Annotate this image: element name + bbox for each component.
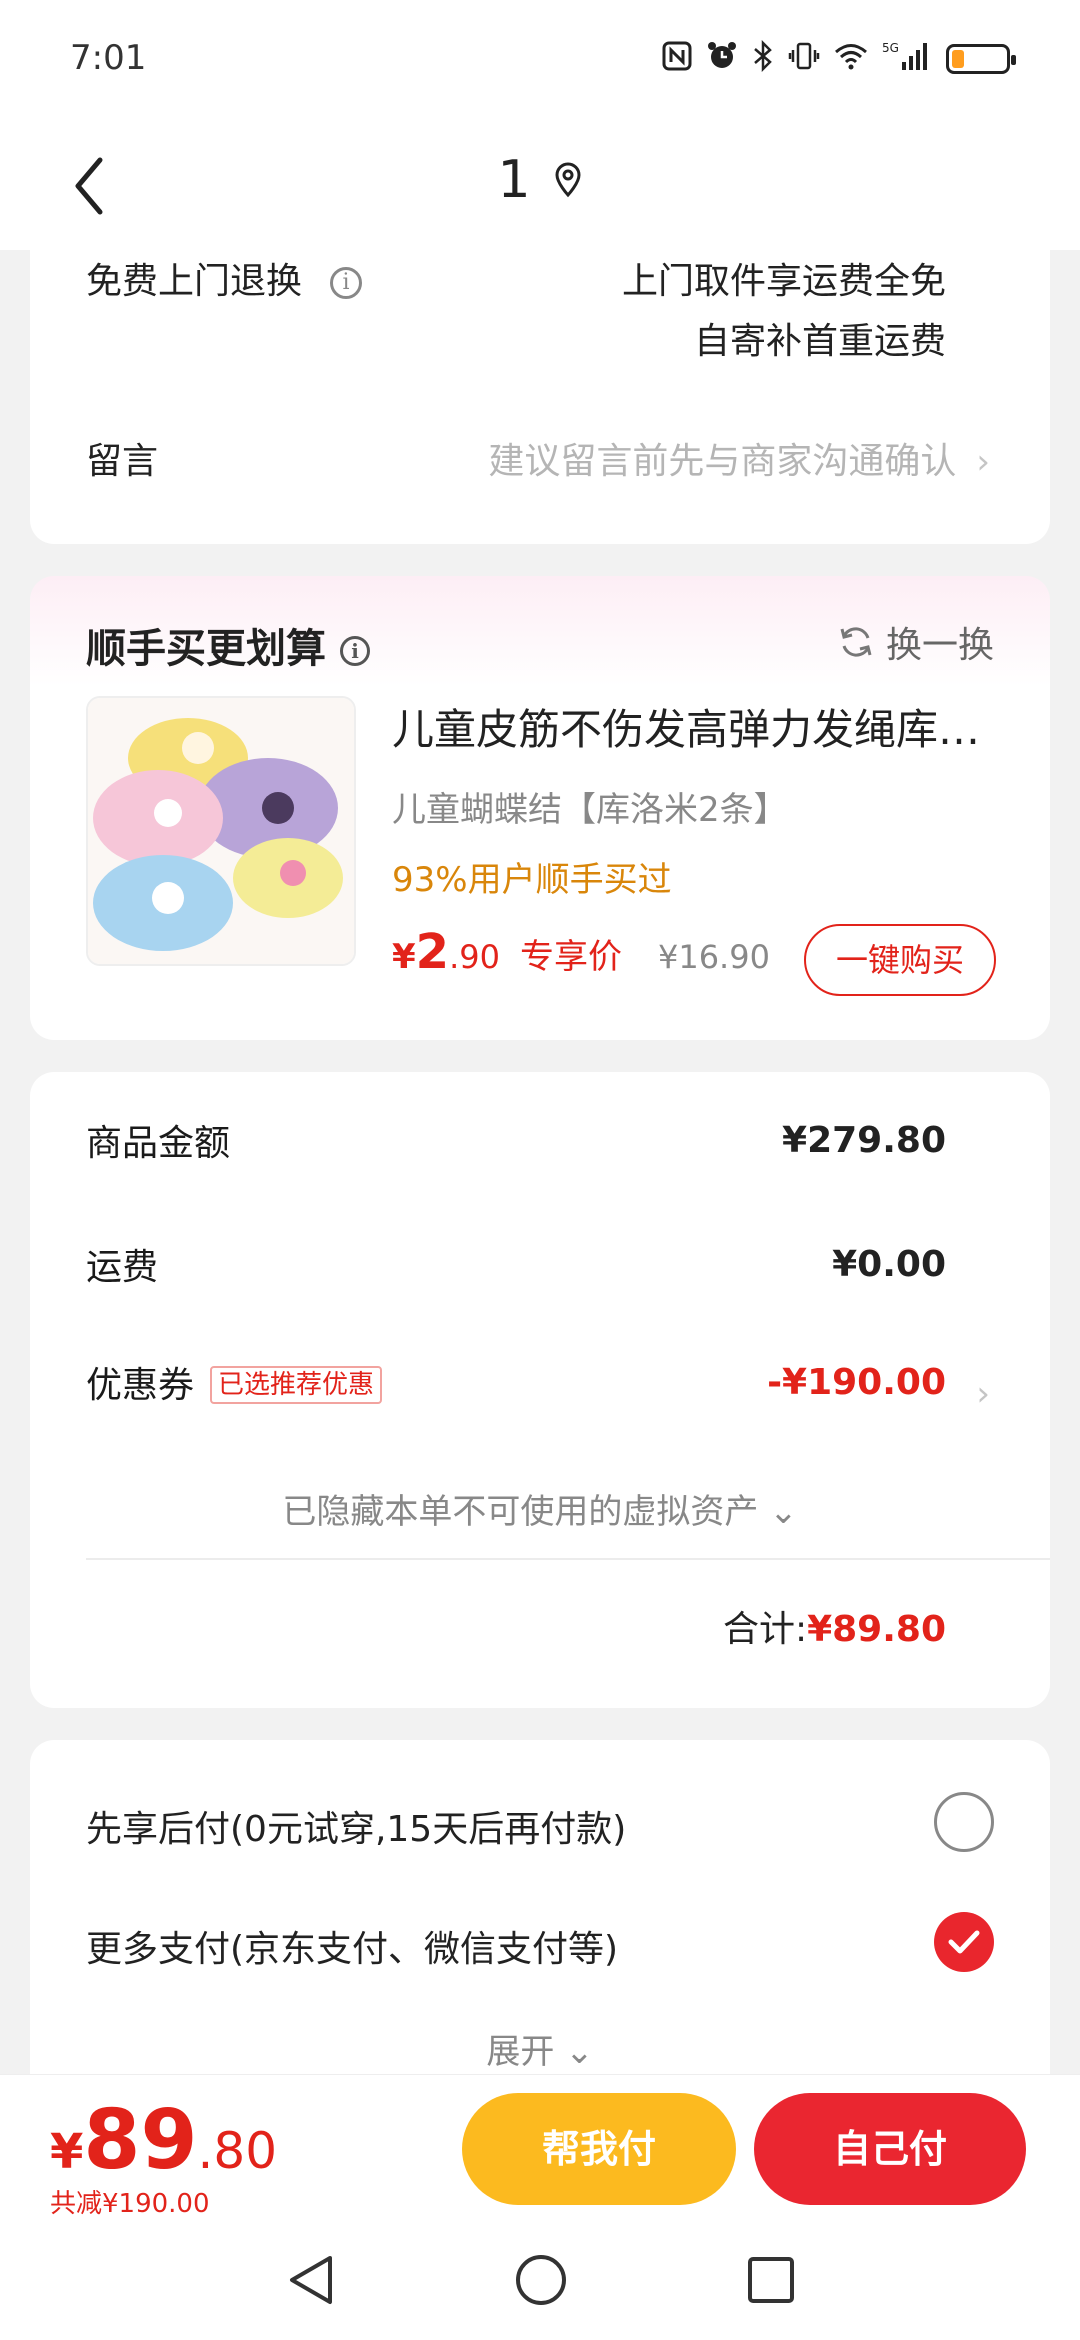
price-tag: 专享价 bbox=[519, 937, 622, 977]
total-row: 合计:¥89.80 bbox=[723, 1600, 946, 1652]
original-price: ¥16.90 bbox=[657, 938, 770, 976]
nfc-icon bbox=[662, 41, 692, 77]
expand-button[interactable]: 展开 ⌄ bbox=[30, 2024, 1050, 2073]
wifi-icon bbox=[834, 42, 868, 76]
goods-amount-row: 商品金额 ¥279.80 bbox=[86, 1110, 946, 1170]
shipping-label: 运费 bbox=[86, 1247, 159, 1288]
product-price: ¥ 2 .90 专享价 ¥16.90 bbox=[392, 924, 770, 980]
message-input[interactable]: 建议留言前先与商家沟通确认 › bbox=[488, 432, 990, 484]
help-me-pay-button[interactable]: 帮我付 bbox=[462, 2093, 736, 2205]
price-currency: ¥ bbox=[392, 937, 416, 977]
return-row: 免费上门退换 i bbox=[86, 252, 363, 304]
shipping-row: 运费 ¥0.00 bbox=[86, 1234, 946, 1294]
info-icon[interactable]: i bbox=[330, 267, 363, 299]
bluetooth-icon bbox=[752, 39, 774, 78]
nav-recents-icon[interactable] bbox=[746, 2252, 796, 2308]
coupon-value: -¥190.00 bbox=[767, 1361, 946, 1403]
pay-more-radio[interactable] bbox=[934, 1912, 994, 1972]
check-icon bbox=[948, 1930, 980, 1954]
price-integer: 2 bbox=[415, 924, 450, 980]
nav-title: 1 bbox=[0, 150, 1080, 210]
signal-5g-icon: 5G bbox=[882, 40, 932, 78]
coupon-row[interactable]: 优惠券 已选推荐优惠 -¥190.00 bbox=[86, 1352, 946, 1412]
chevron-right-icon[interactable]: › bbox=[976, 1374, 990, 1414]
addon-title-row: 顺手买更划算 i bbox=[86, 616, 370, 674]
total-label: 合计: bbox=[722, 1609, 808, 1650]
checkout-price-integer: 89 bbox=[83, 2093, 198, 2188]
chevron-down-icon: ⌄ bbox=[758, 1492, 798, 1532]
checkout-price-decimal: .80 bbox=[197, 2122, 278, 2180]
pay-option-later[interactable]: 先享后付(0元试穿,15天后再付款) bbox=[86, 1800, 626, 1852]
battery-icon bbox=[946, 44, 1016, 74]
system-nav-bar bbox=[0, 2224, 1080, 2340]
shipping-value: ¥0.00 bbox=[832, 1243, 946, 1285]
coupon-badge: 已选推荐优惠 bbox=[210, 1366, 383, 1404]
chevron-right-icon: › bbox=[976, 442, 990, 482]
product-image[interactable] bbox=[86, 696, 356, 966]
return-detail: 上门取件享运费全免 自寄补首重运费 bbox=[622, 252, 946, 372]
chevron-down-icon: ⌄ bbox=[554, 2032, 594, 2072]
checkout-currency: ¥ bbox=[50, 2124, 84, 2180]
coupon-label-group: 优惠券 已选推荐优惠 bbox=[86, 1356, 383, 1408]
checkout-bar: ¥ 89 .80 共减¥190.00 帮我付 自己付 bbox=[0, 2074, 1080, 2224]
return-detail-line1: 上门取件享运费全免 bbox=[621, 261, 946, 302]
addon-card: 顺手买更划算 i 换一换 儿童皮筋不伤发高弹力发绳库… 儿童蝴蝶结【库洛米2条】 … bbox=[30, 576, 1050, 1040]
nav-back-icon[interactable] bbox=[286, 2252, 336, 2308]
pay-later-radio[interactable] bbox=[934, 1792, 994, 1852]
checkout-saved: 共减¥190.00 bbox=[50, 2189, 210, 2219]
pay-option-more[interactable]: 更多支付(京东支付、微信支付等) bbox=[86, 1920, 618, 1972]
product-variant: 儿童蝴蝶结【库洛米2条】 bbox=[392, 790, 788, 830]
hidden-assets-toggle[interactable]: 已隐藏本单不可使用的虚拟资产 ⌄ bbox=[30, 1484, 1050, 1533]
info-icon[interactable]: i bbox=[340, 636, 370, 666]
divider bbox=[86, 1558, 1050, 1560]
swap-label: 换一换 bbox=[885, 625, 994, 666]
return-detail-line2: 自寄补首重运费 bbox=[693, 321, 946, 362]
swap-button[interactable]: 换一换 bbox=[838, 616, 994, 668]
one-click-buy-button[interactable]: 一键购买 bbox=[804, 924, 996, 996]
product-social-proof: 93%用户顺手买过 bbox=[392, 860, 672, 900]
status-time: 7:01 bbox=[70, 38, 147, 78]
payment-card: 先享后付(0元试穿,15天后再付款) 更多支付(京东支付、微信支付等) 展开 ⌄ bbox=[30, 1740, 1050, 2100]
coupon-label: 优惠券 bbox=[86, 1365, 195, 1406]
hidden-assets-text: 已隐藏本单不可使用的虚拟资产 bbox=[282, 1492, 759, 1532]
location-pin-icon[interactable] bbox=[553, 162, 583, 198]
nav-title-text: 1 bbox=[497, 150, 531, 210]
pay-myself-button[interactable]: 自己付 bbox=[754, 2093, 1026, 2205]
goods-value: ¥279.80 bbox=[782, 1119, 946, 1161]
refresh-icon bbox=[840, 627, 872, 657]
addon-title: 顺手买更划算 bbox=[86, 626, 326, 672]
nav-home-icon[interactable] bbox=[514, 2252, 568, 2308]
message-placeholder: 建议留言前先与商家沟通确认 bbox=[488, 441, 957, 482]
product-title[interactable]: 儿童皮筋不伤发高弹力发绳库… bbox=[392, 696, 992, 757]
battery-level bbox=[952, 50, 964, 68]
svg-text:5G: 5G bbox=[882, 41, 899, 55]
goods-label: 商品金额 bbox=[86, 1123, 231, 1164]
summary-card: 商品金额 ¥279.80 运费 ¥0.00 优惠券 已选推荐优惠 -¥190.00… bbox=[30, 1072, 1050, 1708]
return-label: 免费上门退换 bbox=[86, 261, 303, 302]
alarm-icon bbox=[706, 40, 738, 78]
price-decimal: .90 bbox=[449, 938, 500, 976]
total-value: ¥89.80 bbox=[807, 1609, 946, 1650]
expand-label: 展开 bbox=[486, 2032, 555, 2072]
status-bar: 7:01 5G bbox=[0, 0, 1080, 120]
message-label: 留言 bbox=[86, 441, 159, 482]
status-icons: 5G bbox=[662, 39, 1016, 78]
vibrate-icon bbox=[788, 40, 820, 78]
checkout-price: ¥ 89 .80 bbox=[50, 2093, 277, 2188]
service-card: 免费上门退换 i 上门取件享运费全免 自寄补首重运费 留言 建议留言前先与商家沟通… bbox=[30, 230, 1050, 544]
